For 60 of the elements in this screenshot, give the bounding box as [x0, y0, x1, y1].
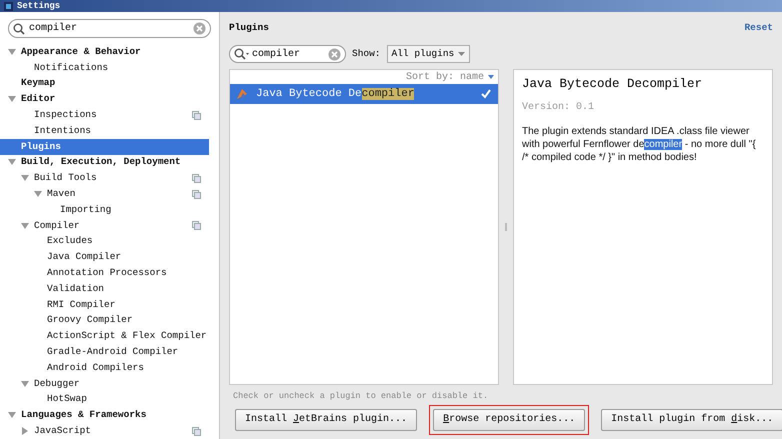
tree-item[interactable]: ActionScript & Flex Compiler: [0, 328, 209, 344]
plugin-icon: [236, 88, 248, 100]
tree-item[interactable]: Intentions: [0, 122, 209, 139]
plugin-search-field[interactable]: compiler: [229, 45, 346, 63]
sort-label[interactable]: Sort by: name: [406, 70, 484, 84]
expanded-arrow-icon[interactable]: [8, 95, 16, 104]
tree-item[interactable]: Excludes: [0, 234, 209, 250]
expanded-arrow-icon[interactable]: [21, 222, 29, 230]
search-field[interactable]: compiler: [8, 19, 211, 38]
enabled-checkbox[interactable]: [480, 88, 492, 100]
app-icon: [4, 2, 13, 10]
tree-item[interactable]: Appearance & Behavior: [0, 44, 209, 60]
tree-item[interactable]: Build, Execution, Deployment: [0, 154, 209, 170]
show-dropdown[interactable]: All plugins: [386, 45, 470, 63]
tree-item[interactable]: Plugins: [0, 138, 209, 155]
window-title: Settings: [17, 0, 60, 12]
expanded-arrow-icon[interactable]: [8, 48, 16, 56]
plugin-row[interactable]: Java Bytecode Decompiler: [230, 84, 498, 104]
tree-item[interactable]: Importing: [0, 202, 209, 218]
tree-item[interactable]: Groovy Compiler: [0, 312, 209, 328]
plugin-version: Version: 0.1: [522, 100, 596, 115]
tree-item[interactable]: RMI Compiler: [0, 296, 209, 313]
tree-item[interactable]: Annotation Processors: [0, 265, 209, 281]
tree-item[interactable]: Build Tools: [0, 170, 209, 186]
reset-link[interactable]: Reset: [744, 20, 773, 36]
copy-icon: [192, 110, 201, 120]
show-label: Show:: [352, 46, 381, 61]
tree-item[interactable]: Maven: [0, 186, 209, 202]
expanded-arrow-icon[interactable]: [8, 411, 16, 420]
tree-item[interactable]: Notifications: [0, 60, 209, 76]
tree-item[interactable]: Editor: [0, 91, 209, 108]
tree-item[interactable]: JavaScript: [0, 423, 209, 439]
hint-text: Check or uncheck a plugin to enable or disable it.: [233, 390, 490, 403]
expanded-arrow-icon[interactable]: [21, 380, 29, 388]
caret-icon[interactable]: [488, 74, 494, 80]
search-icon: [13, 22, 25, 34]
install-button[interactable]: Install plugin from disk...: [601, 408, 782, 431]
search-icon: [234, 48, 250, 60]
tree-item[interactable]: Debugger: [0, 376, 209, 392]
tree-item[interactable]: Languages & Frameworks: [0, 407, 209, 424]
install-button[interactable]: Install JetBrains plugin...: [235, 408, 418, 431]
clear-icon[interactable]: [193, 22, 206, 35]
plugin-description: The plugin extends standard IDEA .class file viewer with powerful Fernflower decompiler - no more dull "{ /* compiled code */ }" in method bodies!: [522, 124, 757, 164]
section-title: Plugins: [229, 20, 269, 35]
plugin-title: Java Bytecode Decompiler: [522, 76, 704, 93]
copy-icon: [192, 426, 201, 436]
tree-item[interactable]: Compiler: [0, 218, 209, 234]
clear-icon[interactable]: [328, 48, 341, 60]
collapsed-arrow-icon[interactable]: [21, 427, 29, 436]
tree-item[interactable]: Android Compilers: [0, 360, 209, 376]
tree-item[interactable]: HotSwap: [0, 392, 209, 408]
tree-item[interactable]: Keymap: [0, 76, 209, 92]
copy-icon: [192, 221, 201, 230]
install-button[interactable]: Browse repositories...: [433, 408, 586, 431]
tree-item[interactable]: Gradle-Android Compiler: [0, 344, 209, 360]
caret-icon: [458, 52, 466, 56]
plugin-name: Java Bytecode Decompiler: [256, 86, 416, 102]
tree-item[interactable]: Inspections: [0, 107, 209, 123]
tree-item[interactable]: Validation: [0, 280, 209, 297]
tree-item[interactable]: Java Compiler: [0, 249, 209, 266]
